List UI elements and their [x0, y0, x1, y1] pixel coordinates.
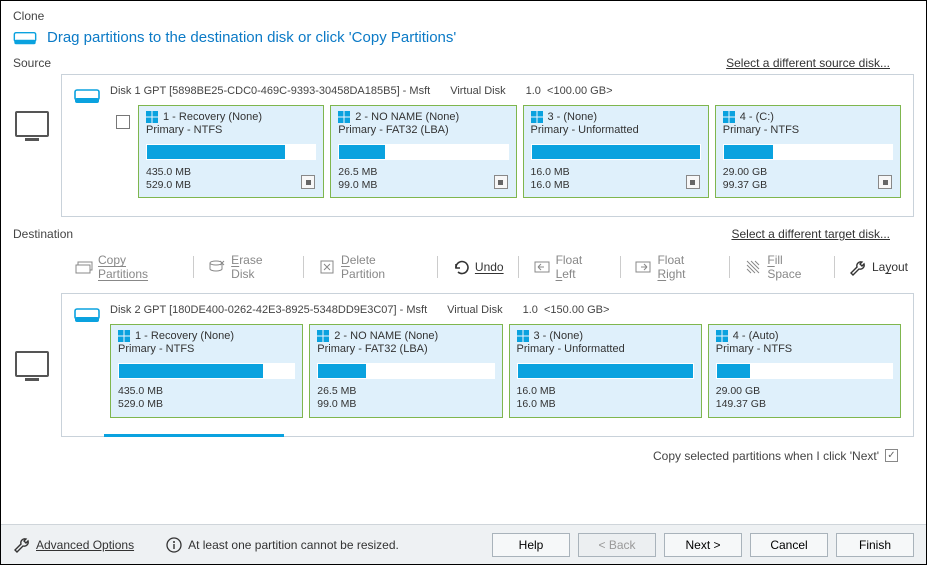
- lock-icon: [878, 175, 892, 189]
- windows-icon: [517, 330, 529, 342]
- lock-icon: [686, 175, 700, 189]
- disk-icon: [74, 306, 100, 324]
- partition-type: Primary - NTFS: [716, 343, 893, 355]
- usage-bar: [146, 144, 316, 160]
- windows-icon: [146, 111, 158, 123]
- instruction-text: Drag partitions to the destination disk …: [47, 29, 456, 46]
- windows-icon: [716, 330, 728, 342]
- back-button: < Back: [578, 533, 656, 557]
- partition-type: Primary - NTFS: [118, 343, 295, 355]
- usage-bar: [531, 144, 701, 160]
- partition-sizes: 16.0 MB16.0 MB: [531, 166, 701, 192]
- usage-bar: [317, 363, 494, 379]
- disk-icon: [13, 30, 37, 46]
- delete-partition-button[interactable]: Delete Partition: [318, 253, 423, 281]
- partition[interactable]: 1 - Recovery (None) Primary - NTFS 435.0…: [138, 105, 324, 198]
- partition-title: 4 - (C:): [740, 111, 774, 123]
- partition-type: Primary - Unformatted: [531, 124, 701, 136]
- partition-sizes: 29.00 GB99.37 GB: [723, 166, 893, 192]
- finish-button[interactable]: Finish: [836, 533, 914, 557]
- partition-sizes: 16.0 MB16.0 MB: [517, 385, 694, 411]
- partition-sizes: 29.00 GB149.37 GB: [716, 385, 893, 411]
- partition-type: Primary - Unformatted: [517, 343, 694, 355]
- erase-disk-button[interactable]: Erase Disk: [208, 253, 289, 281]
- float-left-button[interactable]: Float Left: [533, 253, 606, 281]
- info-icon: [166, 537, 182, 553]
- windows-icon: [723, 111, 735, 123]
- partition[interactable]: 1 - Recovery (None) Primary - NTFS 435.0…: [110, 324, 303, 417]
- warning-text: At least one partition cannot be resized…: [188, 538, 399, 552]
- toolbar: Copy Partitions Erase Disk Delete Partit…: [69, 247, 914, 289]
- partition-title: 1 - Recovery (None): [135, 330, 234, 342]
- copy-next-checkbox[interactable]: ✓: [885, 449, 898, 462]
- select-all-checkbox[interactable]: [116, 115, 130, 129]
- windows-icon: [338, 111, 350, 123]
- monitor-icon: [15, 111, 49, 137]
- partition[interactable]: 3 - (None) Primary - Unformatted 16.0 MB…: [509, 324, 702, 417]
- windows-icon: [118, 330, 130, 342]
- lock-icon: [301, 175, 315, 189]
- wrench-icon: [13, 536, 30, 553]
- partition-sizes: 435.0 MB529.0 MB: [118, 385, 295, 411]
- next-button[interactable]: Next >: [664, 533, 742, 557]
- destination-panel: Disk 2 GPT [180DE400-0262-42E3-8925-5348…: [61, 293, 914, 436]
- usage-bar: [338, 144, 508, 160]
- partition-sizes: 26.5 MB99.0 MB: [317, 385, 494, 411]
- layout-button[interactable]: Layout: [849, 259, 908, 275]
- float-right-button[interactable]: Float Right: [635, 253, 716, 281]
- copy-next-label: Copy selected partitions when I click 'N…: [653, 449, 879, 463]
- windows-icon: [317, 330, 329, 342]
- usage-bar: [723, 144, 893, 160]
- partition-title: 4 - (Auto): [733, 330, 779, 342]
- partition[interactable]: 2 - NO NAME (None) Primary - FAT32 (LBA)…: [330, 105, 516, 198]
- advanced-options-link[interactable]: Advanced Options: [13, 536, 134, 553]
- partition-sizes: 435.0 MB529.0 MB: [146, 166, 316, 192]
- selection-indicator: [104, 434, 284, 437]
- fill-space-button[interactable]: Fill Space: [744, 253, 820, 281]
- dest-disk-info: Disk 2 GPT [180DE400-0262-42E3-8925-5348…: [110, 304, 901, 316]
- footer: Advanced Options At least one partition …: [1, 524, 926, 564]
- usage-bar: [118, 363, 295, 379]
- partition-title: 2 - NO NAME (None): [334, 330, 438, 342]
- partition-type: Primary - NTFS: [146, 124, 316, 136]
- partition-title: 3 - (None): [548, 111, 598, 123]
- partition-title: 3 - (None): [534, 330, 584, 342]
- select-target-link[interactable]: Select a different target disk...: [731, 227, 890, 241]
- partition[interactable]: 4 - (C:) Primary - NTFS 29.00 GB99.37 GB: [715, 105, 901, 198]
- disk-icon: [74, 87, 100, 105]
- partition[interactable]: 4 - (Auto) Primary - NTFS 29.00 GB149.37…: [708, 324, 901, 417]
- partition-sizes: 26.5 MB99.0 MB: [338, 166, 508, 192]
- windows-icon: [531, 111, 543, 123]
- partition-type: Primary - NTFS: [723, 124, 893, 136]
- partition-type: Primary - FAT32 (LBA): [317, 343, 494, 355]
- help-button[interactable]: Help: [492, 533, 570, 557]
- undo-button[interactable]: Undo: [452, 259, 504, 275]
- partition-type: Primary - FAT32 (LBA): [338, 124, 508, 136]
- source-panel: Disk 1 GPT [5898BE25-CDC0-469C-9393-3045…: [61, 74, 914, 217]
- usage-bar: [716, 363, 893, 379]
- partition-title: 2 - NO NAME (None): [355, 111, 459, 123]
- usage-bar: [517, 363, 694, 379]
- monitor-icon: [15, 351, 49, 377]
- select-source-link[interactable]: Select a different source disk...: [726, 56, 890, 70]
- lock-icon: [494, 175, 508, 189]
- cancel-button[interactable]: Cancel: [750, 533, 828, 557]
- window-title: Clone: [13, 9, 914, 23]
- partition[interactable]: 3 - (None) Primary - Unformatted 16.0 MB…: [523, 105, 709, 198]
- source-disk-info: Disk 1 GPT [5898BE25-CDC0-469C-9393-3045…: [110, 85, 901, 97]
- copy-partitions-button[interactable]: Copy Partitions: [75, 253, 179, 281]
- partition[interactable]: 2 - NO NAME (None) Primary - FAT32 (LBA)…: [309, 324, 502, 417]
- partition-title: 1 - Recovery (None): [163, 111, 262, 123]
